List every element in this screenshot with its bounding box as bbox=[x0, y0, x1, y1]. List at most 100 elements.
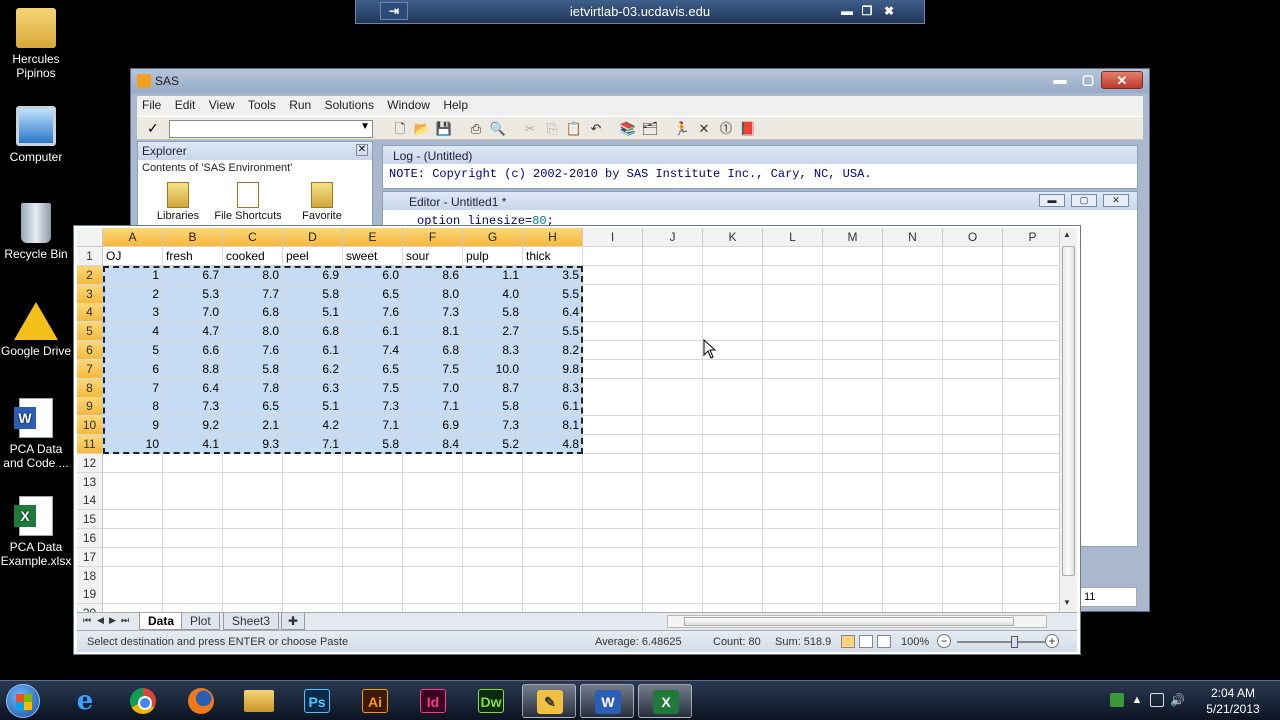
cell[interactable]: 6.9 bbox=[283, 265, 343, 285]
cell[interactable] bbox=[883, 247, 943, 266]
cell[interactable] bbox=[703, 566, 763, 586]
column-header[interactable]: G bbox=[463, 228, 523, 247]
row-header[interactable]: 2 bbox=[77, 265, 103, 285]
header-cell[interactable]: fresh bbox=[163, 247, 223, 266]
page-layout-view-button[interactable] bbox=[859, 635, 873, 648]
cell[interactable]: 6.4 bbox=[163, 378, 223, 398]
close-icon[interactable]: ✕ bbox=[356, 144, 368, 156]
cell[interactable] bbox=[1003, 435, 1059, 454]
cell[interactable] bbox=[283, 566, 343, 586]
cell[interactable] bbox=[763, 435, 823, 454]
column-header[interactable]: F bbox=[403, 228, 463, 247]
cell[interactable] bbox=[883, 378, 943, 398]
cell[interactable] bbox=[643, 378, 703, 398]
cell[interactable] bbox=[943, 491, 1003, 511]
cell[interactable]: 5.8 bbox=[463, 303, 523, 323]
cell[interactable] bbox=[883, 547, 943, 567]
desktop-icon-computer[interactable]: Computer bbox=[0, 106, 72, 164]
cell[interactable] bbox=[703, 397, 763, 417]
cell[interactable]: 4.0 bbox=[463, 284, 523, 304]
cell[interactable] bbox=[403, 472, 463, 492]
header-cell[interactable]: thick bbox=[523, 247, 583, 266]
cell[interactable]: 6.7 bbox=[163, 265, 223, 285]
cell[interactable] bbox=[763, 416, 823, 436]
cell[interactable] bbox=[703, 378, 763, 398]
header-cell[interactable]: sweet bbox=[343, 247, 403, 266]
taskbar-windows-explorer[interactable] bbox=[232, 684, 286, 718]
taskbar-word[interactable]: W bbox=[580, 684, 634, 718]
row-header[interactable]: 10 bbox=[77, 416, 103, 436]
cell[interactable] bbox=[463, 491, 523, 511]
cell[interactable]: 2.1 bbox=[223, 416, 283, 436]
cell[interactable] bbox=[883, 284, 943, 304]
cell[interactable] bbox=[463, 585, 523, 605]
row-header[interactable]: 9 bbox=[77, 397, 103, 417]
tab-data[interactable]: Data bbox=[139, 613, 184, 630]
column-header[interactable]: A bbox=[103, 228, 163, 247]
cell[interactable] bbox=[403, 491, 463, 511]
cell[interactable] bbox=[763, 303, 823, 323]
cell[interactable] bbox=[943, 322, 1003, 342]
cell[interactable] bbox=[763, 359, 823, 379]
break-icon[interactable]: ⓵ bbox=[717, 120, 735, 138]
row-header[interactable]: 7 bbox=[77, 359, 103, 379]
cell[interactable] bbox=[823, 453, 883, 473]
row-header[interactable]: 3 bbox=[77, 284, 103, 304]
next-sheet-icon[interactable]: ▶ bbox=[109, 615, 116, 626]
row-header[interactable]: 8 bbox=[77, 378, 103, 398]
cell[interactable] bbox=[223, 510, 283, 530]
cell[interactable] bbox=[1003, 547, 1059, 567]
cell[interactable] bbox=[883, 604, 943, 612]
vertical-scrollbar[interactable]: ▲ ▼ bbox=[1059, 228, 1077, 612]
cell[interactable]: 1.1 bbox=[463, 265, 523, 285]
taskbar-internet-explorer[interactable]: e bbox=[58, 684, 112, 718]
cell[interactable] bbox=[523, 472, 583, 492]
cell[interactable] bbox=[223, 547, 283, 567]
editor-close-button[interactable]: ✕ bbox=[1103, 194, 1129, 207]
cell[interactable] bbox=[763, 453, 823, 473]
cell[interactable] bbox=[763, 247, 823, 266]
cell[interactable] bbox=[403, 510, 463, 530]
cell[interactable] bbox=[943, 247, 1003, 266]
cell[interactable] bbox=[103, 453, 163, 473]
cell[interactable] bbox=[943, 529, 1003, 548]
cell[interactable] bbox=[343, 585, 403, 605]
cell[interactable] bbox=[643, 547, 703, 567]
cell[interactable]: 10 bbox=[103, 435, 163, 454]
tray-app-icon[interactable] bbox=[1110, 693, 1124, 707]
cell[interactable]: 8.1 bbox=[523, 416, 583, 436]
cell[interactable] bbox=[283, 453, 343, 473]
cell[interactable] bbox=[583, 547, 643, 567]
cell[interactable] bbox=[943, 265, 1003, 285]
cell[interactable]: 10.0 bbox=[463, 359, 523, 379]
explorer-item-favorite[interactable]: Favorite bbox=[284, 182, 360, 222]
cell[interactable] bbox=[103, 566, 163, 586]
first-sheet-icon[interactable]: ⏮ bbox=[83, 615, 91, 626]
cell[interactable] bbox=[883, 529, 943, 548]
cell[interactable]: 7.3 bbox=[403, 303, 463, 323]
select-all-corner[interactable] bbox=[77, 228, 103, 247]
cell[interactable] bbox=[583, 322, 643, 342]
cell[interactable] bbox=[643, 416, 703, 436]
cell[interactable]: 5.8 bbox=[223, 359, 283, 379]
cell[interactable]: 6.1 bbox=[523, 397, 583, 417]
cell[interactable]: 1 bbox=[103, 265, 163, 285]
cell[interactable]: 3 bbox=[103, 303, 163, 323]
scroll-thumb[interactable] bbox=[684, 617, 1014, 626]
cell[interactable]: 5.1 bbox=[283, 397, 343, 417]
cell[interactable]: 8.7 bbox=[463, 378, 523, 398]
taskbar-chrome[interactable] bbox=[116, 684, 170, 718]
cell[interactable]: 2.7 bbox=[463, 322, 523, 342]
cell[interactable]: 7.3 bbox=[163, 397, 223, 417]
cell[interactable] bbox=[1003, 472, 1059, 492]
cell[interactable] bbox=[103, 491, 163, 511]
cell[interactable] bbox=[103, 529, 163, 548]
cell[interactable] bbox=[223, 566, 283, 586]
cell[interactable] bbox=[943, 341, 1003, 360]
cell[interactable] bbox=[163, 472, 223, 492]
cell[interactable] bbox=[1003, 416, 1059, 436]
menu-tools[interactable]: Tools bbox=[243, 96, 281, 114]
desktop-icon-google-drive[interactable]: Google Drive bbox=[0, 302, 72, 358]
cell[interactable]: 7.8 bbox=[223, 378, 283, 398]
cell[interactable]: 7.6 bbox=[223, 341, 283, 360]
